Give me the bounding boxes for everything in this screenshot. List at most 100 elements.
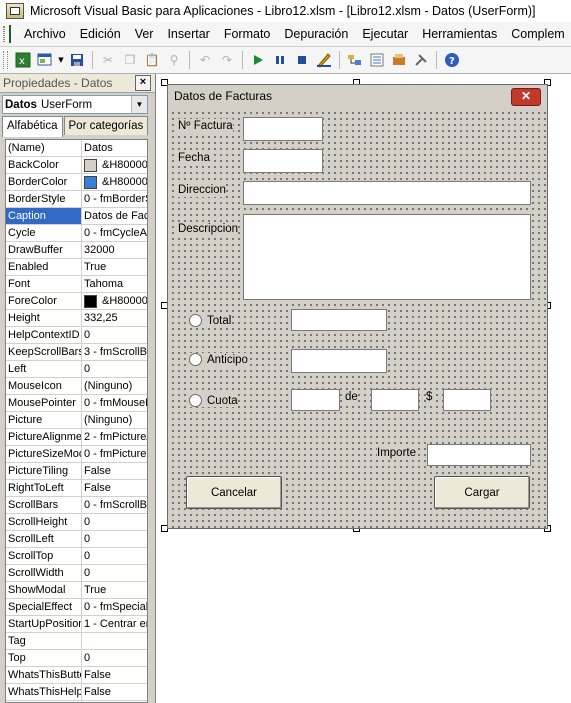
property-name[interactable]: Picture	[6, 412, 82, 428]
property-row[interactable]: HelpContextID 0	[6, 327, 147, 344]
property-row[interactable]: Cycle 0 - fmCycleAl	[6, 225, 147, 242]
property-row[interactable]: DrawBuffer 32000	[6, 242, 147, 259]
project-explorer-icon[interactable]	[346, 51, 364, 69]
property-value[interactable]: 0 - fmPictureS	[82, 446, 147, 462]
property-name[interactable]: RightToLeft	[6, 480, 82, 496]
menu-herramientas[interactable]: Herramientas	[415, 27, 504, 41]
cuota-monto-field[interactable]	[443, 389, 491, 411]
property-value[interactable]: 0 - fmCycleAl	[82, 225, 147, 241]
design-mode-icon[interactable]	[315, 51, 333, 69]
property-row[interactable]: RightToLeft False	[6, 480, 147, 497]
help-icon[interactable]: ?	[443, 51, 461, 69]
close-icon[interactable]: ×	[135, 75, 151, 91]
radio-icon[interactable]	[189, 353, 202, 366]
properties-icon[interactable]	[368, 51, 386, 69]
property-value[interactable]: 0	[82, 650, 147, 666]
property-row[interactable]: Tag	[6, 633, 147, 650]
insert-userform-icon[interactable]	[36, 51, 54, 69]
menu-edicion[interactable]: Edición	[73, 27, 128, 41]
toolbox-icon[interactable]	[412, 51, 430, 69]
menu-depuracion[interactable]: Depuración	[277, 27, 355, 41]
property-row[interactable]: ScrollWidth 0	[6, 565, 147, 582]
save-icon[interactable]	[68, 51, 86, 69]
anticipo-field[interactable]	[291, 349, 387, 373]
property-name[interactable]: BorderStyle	[6, 191, 82, 207]
property-value[interactable]: False	[82, 684, 147, 700]
property-value[interactable]: 332,25	[82, 310, 147, 326]
property-name[interactable]: ShowModal	[6, 582, 82, 598]
property-name[interactable]: KeepScrollBars	[6, 344, 82, 360]
property-value[interactable]: Tahoma	[82, 276, 147, 292]
cuota-total-field[interactable]	[371, 389, 419, 411]
property-value[interactable]: False	[82, 480, 147, 496]
stop-icon[interactable]	[293, 51, 311, 69]
property-name[interactable]: ScrollLeft	[6, 531, 82, 547]
property-row[interactable]: KeepScrollBars 3 - fmScrollBa	[6, 344, 147, 361]
menu-insertar[interactable]: Insertar	[160, 27, 216, 41]
property-row[interactable]: ForeColor&H800000	[6, 293, 147, 310]
object-browser-icon[interactable]	[390, 51, 408, 69]
property-row[interactable]: SpecialEffect0 - fmSpecialE	[6, 599, 147, 616]
property-name[interactable]: MouseIcon	[6, 378, 82, 394]
menu-complementos[interactable]: Complem	[504, 27, 571, 41]
property-row[interactable]: BackColor&H800000	[6, 157, 147, 174]
importe-field[interactable]	[427, 444, 531, 466]
property-value[interactable]: 0	[82, 514, 147, 530]
property-name[interactable]: Cycle	[6, 225, 82, 241]
submit-button[interactable]: Cargar	[434, 476, 530, 509]
property-value[interactable]: False	[82, 463, 147, 479]
property-name[interactable]: ScrollHeight	[6, 514, 82, 530]
find-icon[interactable]: ⚲	[165, 51, 183, 69]
object-selector[interactable]: Datos UserForm ▼	[2, 95, 148, 114]
option-cuota[interactable]: Cuota	[189, 394, 238, 407]
property-value[interactable]: (Ninguno)	[82, 378, 147, 394]
property-name[interactable]: ScrollTop	[6, 548, 82, 564]
property-row[interactable]: ShowModal True	[6, 582, 147, 599]
cuota-numero-field[interactable]	[291, 389, 340, 411]
property-row[interactable]: PictureAlignme 2 - fmPictureA	[6, 429, 147, 446]
property-name[interactable]: ScrollWidth	[6, 565, 82, 581]
dropdown-arrow-icon[interactable]: ▼	[58, 51, 64, 69]
property-row[interactable]: Enabled True	[6, 259, 147, 276]
radio-icon[interactable]	[189, 394, 202, 407]
property-name[interactable]: DrawBuffer	[6, 242, 82, 258]
property-name[interactable]: HelpContextID	[6, 327, 82, 343]
property-value[interactable]	[82, 633, 147, 649]
property-row[interactable]: (Name) Datos	[6, 140, 147, 157]
run-icon[interactable]	[249, 51, 267, 69]
property-value[interactable]: Datos	[82, 140, 147, 156]
property-name[interactable]: Left	[6, 361, 82, 377]
excel-icon[interactable]: x	[14, 51, 32, 69]
property-name[interactable]: Font	[6, 276, 82, 292]
property-row[interactable]: Caption Datos de Fac	[6, 208, 147, 225]
property-name[interactable]: PictureAlignme	[6, 429, 82, 445]
menu-formato[interactable]: Formato	[217, 27, 278, 41]
property-value[interactable]: 32000	[82, 242, 147, 258]
property-value[interactable]: 0 - fmBorderS	[82, 191, 147, 207]
property-value[interactable]: 3 - fmScrollBa	[82, 344, 147, 360]
userform-datos[interactable]: Datos de Facturas ✕ Nº Factura Fecha Dir…	[167, 84, 548, 529]
property-value[interactable]: True	[82, 582, 147, 598]
redo-icon[interactable]: ↷	[218, 51, 236, 69]
option-anticipo[interactable]: Anticipo	[189, 353, 248, 366]
property-value[interactable]: &H800000	[82, 157, 147, 173]
menu-grip[interactable]	[3, 26, 5, 42]
property-name[interactable]: Tag	[6, 633, 82, 649]
undo-icon[interactable]: ↶	[196, 51, 214, 69]
property-name[interactable]: PictureSizeMod	[6, 446, 82, 462]
property-value[interactable]: 0	[82, 531, 147, 547]
property-name[interactable]: ScrollBars	[6, 497, 82, 513]
cancel-button[interactable]: Cancelar	[186, 476, 282, 509]
property-name[interactable]: PictureTiling	[6, 463, 82, 479]
property-value[interactable]: True	[82, 259, 147, 275]
property-value[interactable]: 0 - fmScrollBa	[82, 497, 147, 513]
property-value[interactable]: &H800000	[82, 174, 147, 190]
property-row[interactable]: Height 332,25	[6, 310, 147, 327]
property-row[interactable]: ScrollHeight 0	[6, 514, 147, 531]
property-value[interactable]: &H800000	[82, 293, 147, 309]
tab-por-categorias[interactable]: Por categorías	[63, 116, 149, 135]
excel-icon[interactable]	[9, 25, 20, 43]
property-value[interactable]: 0	[82, 327, 147, 343]
copy-icon[interactable]: ❐	[121, 51, 139, 69]
property-row[interactable]: MouseIcon (Ninguno)	[6, 378, 147, 395]
